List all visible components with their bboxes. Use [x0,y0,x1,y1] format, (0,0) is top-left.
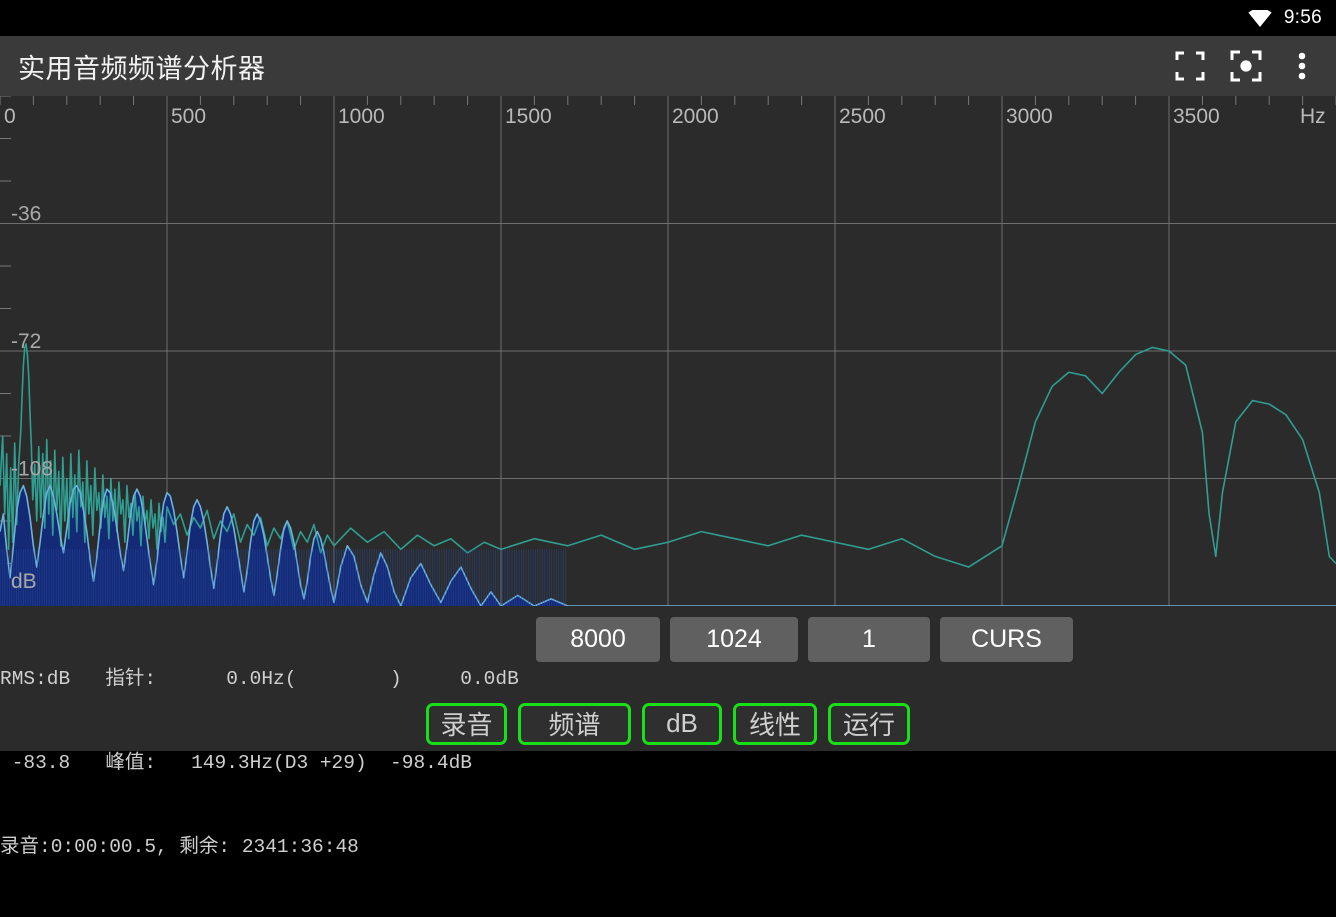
status-time: 9:56 [1283,7,1322,28]
app-root: 9:56 实用音频频谱分析器 0 500 1000 1500 2000 2500… [0,0,1336,858]
info-strip: RMS:dB 指针: 0.0Hz( ) 0.0dB -83.8 峰值: 149.… [0,606,1336,858]
svg-text:-36: -36 [11,203,41,226]
cursor-button[interactable]: CURS [940,617,1073,662]
svg-text:3000: 3000 [1006,105,1053,128]
mode-button-bar: 录音 频谱 dB 线性 运行 [0,696,1336,751]
readout-line-pointer: RMS:dB 指针: 0.0Hz( ) 0.0dB [0,668,519,690]
svg-text:2500: 2500 [839,105,886,128]
wifi-icon [1248,9,1272,27]
svg-text:-72: -72 [11,330,41,353]
linear-scale-button[interactable]: 线性 [733,702,817,745]
fft-size-button[interactable]: 1024 [670,617,798,662]
spectrum-canvas: 0 500 1000 1500 2000 2500 3000 3500 Hz -36 -72 -108… [0,96,1336,606]
svg-text:dB: dB [11,570,37,593]
center-focus-icon[interactable] [1218,38,1274,94]
svg-text:500: 500 [171,105,206,128]
toolbar-actions [1162,38,1336,94]
svg-text:1500: 1500 [505,105,552,128]
svg-text:3500: 3500 [1173,105,1220,128]
config-button-row: 8000 1024 1 CURS [536,617,1073,662]
svg-text:-108: -108 [11,458,53,481]
svg-text:0: 0 [4,105,16,128]
readout-line-recording: 录音:0:00:00.5, 剩余: 2341:36:48 [0,836,359,858]
average-button[interactable]: 1 [808,617,930,662]
spectrum-button[interactable]: 频谱 [518,702,631,745]
readout-panel: RMS:dB 指针: 0.0Hz( ) 0.0dB -83.8 峰值: 149.… [0,606,530,858]
fullscreen-icon[interactable] [1162,38,1218,94]
page-title: 实用音频频谱分析器 [18,53,266,84]
sample-rate-button[interactable]: 8000 [536,617,660,662]
svg-text:1000: 1000 [338,105,385,128]
readout-line-peak: -83.8 峰值: 149.3Hz(D3 +29) -98.4dB [0,752,472,774]
db-scale-button[interactable]: dB [642,702,722,745]
spectrum-plot[interactable]: 0 500 1000 1500 2000 2500 3000 3500 Hz -36 -72 -108… [0,96,1336,606]
svg-text:2000: 2000 [672,105,719,128]
record-button[interactable]: 录音 [426,702,507,745]
app-toolbar: 实用音频频谱分析器 [0,36,1336,96]
svg-text:Hz: Hz [1300,105,1326,128]
overflow-menu-icon[interactable] [1274,38,1330,94]
run-button[interactable]: 运行 [828,702,910,745]
status-bar: 9:56 [0,0,1336,36]
